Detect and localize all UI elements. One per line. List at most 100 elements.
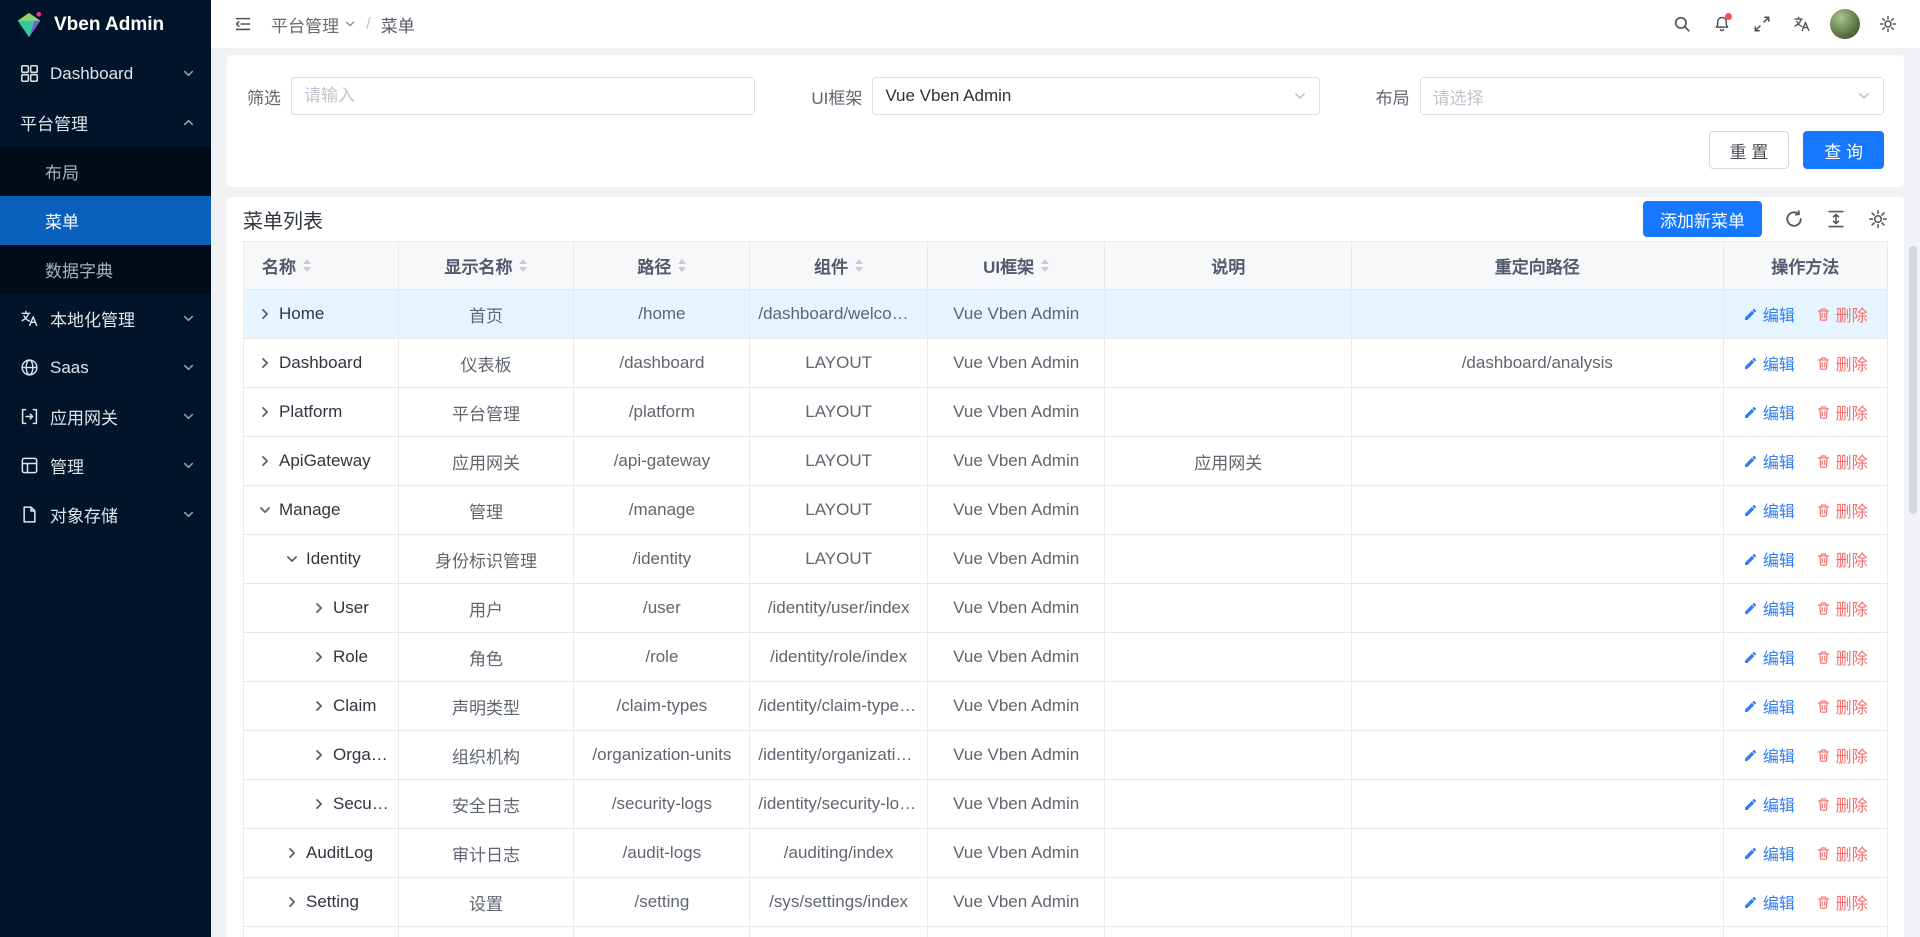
- menu-table-card: 菜单列表 添加新菜单 名称显示名称路径组件UI框架说明重定向路径操作方法: [227, 197, 1904, 937]
- expand-icon[interactable]: [258, 454, 272, 468]
- expand-icon[interactable]: [258, 405, 272, 419]
- column-header[interactable]: 名称: [244, 242, 399, 290]
- sort-icon[interactable]: [1041, 259, 1049, 272]
- edit-link[interactable]: 编辑: [1743, 645, 1795, 669]
- row-name-text: AuditLog: [306, 843, 373, 863]
- sidebar-item-menu[interactable]: 菜单: [0, 196, 211, 245]
- table-row: AuditLog 审计日志 /audit-logs /auditing/inde…: [244, 829, 1888, 878]
- avatar[interactable]: [1830, 9, 1860, 39]
- expand-icon[interactable]: [285, 552, 299, 566]
- delete-link[interactable]: 删除: [1816, 400, 1868, 424]
- layout-select[interactable]: 请选择: [1420, 77, 1884, 115]
- sidebar-item-platform[interactable]: 平台管理: [0, 98, 211, 147]
- menu-fold-icon[interactable]: [227, 8, 259, 40]
- delete-link[interactable]: 删除: [1816, 743, 1868, 767]
- cell-path: /api-gateway: [574, 437, 750, 486]
- sidebar-item-dictionary[interactable]: 数据字典: [0, 245, 211, 294]
- page-scrollbar-thumb[interactable]: [1909, 246, 1917, 514]
- edit-link[interactable]: 编辑: [1743, 498, 1795, 522]
- expand-icon[interactable]: [258, 503, 272, 517]
- row-height-icon[interactable]: [1826, 209, 1846, 229]
- filter-input[interactable]: [291, 77, 755, 115]
- delete-link[interactable]: 删除: [1816, 841, 1868, 865]
- cell-description: [1105, 682, 1352, 731]
- fullscreen-icon[interactable]: [1746, 8, 1778, 40]
- cell-framework: Vue Vben Admin: [927, 290, 1105, 339]
- refresh-icon[interactable]: [1784, 209, 1804, 229]
- edit-link[interactable]: 编辑: [1743, 449, 1795, 473]
- sidebar-item-api-gateway[interactable]: 应用网关: [0, 392, 211, 441]
- delete-link[interactable]: 删除: [1816, 351, 1868, 375]
- sort-icon[interactable]: [519, 259, 527, 272]
- sidebar-item-dashboard[interactable]: Dashboard: [0, 49, 211, 98]
- column-header[interactable]: 显示名称: [398, 242, 574, 290]
- bell-icon[interactable]: [1706, 8, 1738, 40]
- edit-link[interactable]: 编辑: [1743, 547, 1795, 571]
- reset-button[interactable]: 重 置: [1709, 131, 1790, 169]
- cell-display-name: 设置: [398, 878, 574, 927]
- cell-component: LAYOUT: [750, 339, 928, 388]
- cell-component: /identity/security-logs/i...: [750, 780, 928, 829]
- delete-link[interactable]: 删除: [1816, 694, 1868, 718]
- delete-link[interactable]: 删除: [1816, 498, 1868, 522]
- sidebar-item-label: 管理: [50, 453, 182, 478]
- edit-link[interactable]: 编辑: [1743, 302, 1795, 326]
- delete-link[interactable]: 删除: [1816, 596, 1868, 620]
- sidebar-item-layout[interactable]: 布局: [0, 147, 211, 196]
- cell-path: /dashboard: [574, 339, 750, 388]
- column-header[interactable]: 路径: [574, 242, 750, 290]
- add-menu-button[interactable]: 添加新菜单: [1643, 201, 1762, 237]
- delete-link[interactable]: 删除: [1816, 302, 1868, 326]
- column-header[interactable]: 组件: [750, 242, 928, 290]
- chevron-down-icon: [344, 18, 356, 30]
- sidebar-item-manage[interactable]: 管理: [0, 441, 211, 490]
- edit-link[interactable]: 编辑: [1743, 694, 1795, 718]
- breadcrumb-item-platform[interactable]: 平台管理: [271, 12, 356, 37]
- sort-icon[interactable]: [855, 259, 863, 272]
- framework-select[interactable]: Vue Vben Admin: [872, 77, 1319, 115]
- cell-path: /user: [574, 584, 750, 633]
- delete-link[interactable]: 删除: [1816, 792, 1868, 816]
- expand-icon[interactable]: [312, 650, 326, 664]
- sidebar: Vben Admin Dashboard 平台管理 布局 菜单 数据字典 本地化…: [0, 0, 211, 937]
- delete-link[interactable]: 删除: [1816, 449, 1868, 473]
- query-button[interactable]: 查 询: [1803, 131, 1884, 169]
- column-header[interactable]: UI框架: [927, 242, 1105, 290]
- edit-link[interactable]: 编辑: [1743, 743, 1795, 767]
- expand-icon[interactable]: [285, 895, 299, 909]
- edit-link[interactable]: 编辑: [1743, 792, 1795, 816]
- sort-icon[interactable]: [678, 259, 686, 272]
- delete-link[interactable]: 删除: [1816, 547, 1868, 571]
- cell-path: /audit-logs: [574, 829, 750, 878]
- expand-icon[interactable]: [312, 797, 326, 811]
- cell-framework: Vue Vben Admin: [927, 633, 1105, 682]
- topbar: 平台管理 / 菜单: [211, 0, 1920, 49]
- logo[interactable]: Vben Admin: [0, 0, 211, 49]
- translate-icon[interactable]: [1786, 8, 1818, 40]
- column-settings-icon[interactable]: [1868, 209, 1888, 229]
- expand-icon[interactable]: [285, 846, 299, 860]
- expand-icon[interactable]: [312, 601, 326, 615]
- sidebar-item-object-storage[interactable]: 对象存储: [0, 490, 211, 539]
- cell-path: /setting: [574, 878, 750, 927]
- edit-link[interactable]: 编辑: [1743, 841, 1795, 865]
- sidebar-item-saas[interactable]: Saas: [0, 343, 211, 392]
- chevron-down-icon: [1857, 89, 1871, 103]
- cell-description: [1105, 829, 1352, 878]
- edit-link[interactable]: 编辑: [1743, 400, 1795, 424]
- search-icon[interactable]: [1666, 8, 1698, 40]
- expand-icon[interactable]: [312, 748, 326, 762]
- settings-icon[interactable]: [1872, 8, 1904, 40]
- expand-icon[interactable]: [258, 307, 272, 321]
- delete-link[interactable]: 删除: [1816, 890, 1868, 914]
- sort-icon[interactable]: [303, 259, 311, 272]
- edit-link[interactable]: 编辑: [1743, 890, 1795, 914]
- delete-link[interactable]: 删除: [1816, 645, 1868, 669]
- cell-name: Home: [244, 290, 399, 339]
- sidebar-item-localization[interactable]: 本地化管理: [0, 294, 211, 343]
- expand-icon[interactable]: [312, 699, 326, 713]
- cell-actions: 编辑 删除: [1723, 535, 1887, 584]
- expand-icon[interactable]: [258, 356, 272, 370]
- edit-link[interactable]: 编辑: [1743, 596, 1795, 620]
- edit-link[interactable]: 编辑: [1743, 351, 1795, 375]
